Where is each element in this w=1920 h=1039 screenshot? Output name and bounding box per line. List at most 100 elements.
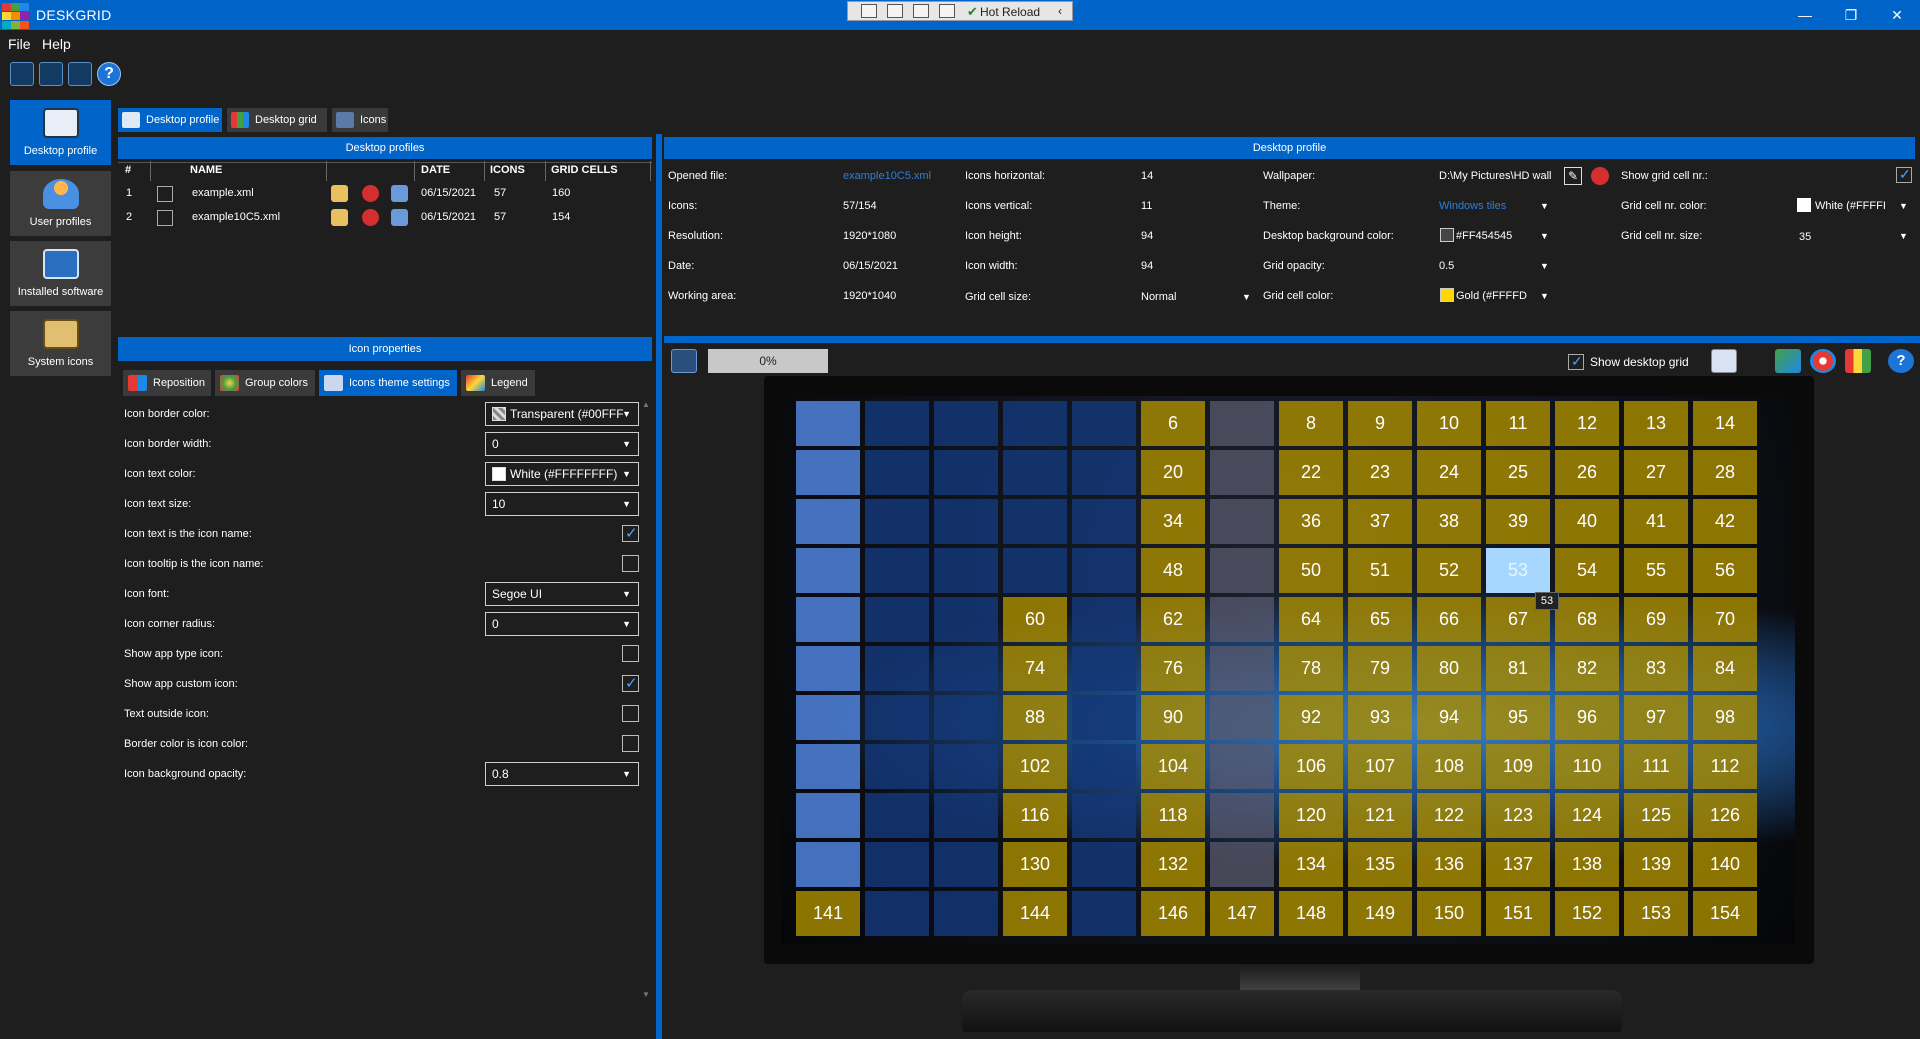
grid-cell[interactable]: 98 [1693,695,1757,740]
grid-icon-slot[interactable] [1003,499,1067,544]
grid-icon-slot[interactable] [865,597,929,642]
grid-cell[interactable]: 37 [1348,499,1412,544]
grid-cell[interactable]: 12 [1555,401,1619,446]
grid-cell[interactable]: 154 [1693,891,1757,936]
maximize-button[interactable]: ❐ [1828,0,1874,30]
grid-cell[interactable]: 9 [1348,401,1412,446]
grid-icon-slot[interactable] [796,744,860,789]
delete-icon[interactable] [1591,167,1609,185]
grid-cell[interactable]: 34 [1141,499,1205,544]
grid-cell[interactable]: 66 [1417,597,1481,642]
grid-cell[interactable]: 65 [1348,597,1412,642]
grid-cell[interactable]: 74 [1003,646,1067,691]
grid-cell[interactable]: 126 [1693,793,1757,838]
grid-icon-slot[interactable] [865,793,929,838]
grid-cell[interactable]: 151 [1486,891,1550,936]
grid-cell[interactable]: 146 [1141,891,1205,936]
grid-icon-slot[interactable] [796,695,860,740]
grid-icon-slot[interactable] [934,744,998,789]
grid-icon-slot[interactable] [1210,646,1274,691]
grid-cell[interactable]: 93 [1348,695,1412,740]
collapse-icon[interactable]: ‹ [1058,4,1062,18]
app-type-icon-checkbox[interactable] [622,645,639,662]
grid-icon-slot[interactable] [796,597,860,642]
grid-cell[interactable]: 138 [1555,842,1619,887]
col-icons[interactable]: ICONS [490,164,525,176]
grid-cell[interactable]: 118 [1141,793,1205,838]
grid-icon-slot[interactable] [1072,450,1136,495]
subtab-group-colors[interactable]: Group colors [215,370,315,396]
grid-icon-slot[interactable] [1003,450,1067,495]
grid-cell[interactable]: 148 [1279,891,1343,936]
grid-icon-slot[interactable] [1210,695,1274,740]
grid-icon-slot[interactable] [796,548,860,593]
grid-cell[interactable]: 26 [1555,450,1619,495]
text-color-select[interactable]: White (#FFFFFFFF) ▼ [485,462,639,486]
grid-cell[interactable]: 51 [1348,548,1412,593]
scroll-down-icon[interactable]: ▼ [642,990,650,999]
grid-cell[interactable]: 153 [1624,891,1688,936]
menu-help[interactable]: Help [42,36,71,52]
grid-icon-slot[interactable] [934,891,998,936]
pointer-icon[interactable] [887,4,903,18]
grid-cell[interactable]: 81 [1486,646,1550,691]
load-icon[interactable] [391,209,408,226]
show-desktop-grid-label[interactable]: Show desktop grid [1590,355,1689,369]
grid-icon-slot[interactable] [796,842,860,887]
grid-cell[interactable]: 22 [1279,450,1343,495]
grid-icon-slot[interactable] [865,695,929,740]
tab-desktop-grid[interactable]: Desktop grid [227,108,327,132]
open-file-icon[interactable] [10,62,34,86]
grid-cell[interactable]: 50 [1279,548,1343,593]
color-wheel-icon[interactable] [1810,349,1836,373]
subtab-reposition[interactable]: Reposition [123,370,211,396]
grid-cell[interactable]: 64 [1279,597,1343,642]
grid-icon-slot[interactable] [1210,450,1274,495]
tab-desktop-profile[interactable]: Desktop profile [118,108,222,132]
grid-icon-slot[interactable] [865,401,929,446]
grid-cell[interactable]: 76 [1141,646,1205,691]
app-custom-icon-checkbox[interactable] [622,674,639,692]
grid-cell[interactable]: 136 [1417,842,1481,887]
refresh-grid-icon[interactable] [671,349,697,373]
nav-desktop-profile[interactable]: Desktop profile [10,100,111,165]
grid-cell[interactable]: 110 [1555,744,1619,789]
grid-cell-nr-size-value[interactable]: 35 [1799,231,1811,243]
bg-color-value[interactable]: #FF454545 [1456,230,1512,242]
grid-icon-slot[interactable] [1072,597,1136,642]
nav-user-profiles[interactable]: User profiles [10,171,111,236]
grid-cell[interactable]: 48 [1141,548,1205,593]
grid-cell[interactable]: 116 [1003,793,1067,838]
grid-cell[interactable]: 20 [1141,450,1205,495]
monitor-icon[interactable] [1711,349,1737,373]
grid-icon-slot[interactable] [1210,401,1274,446]
edit-icon[interactable]: ✎ [1564,167,1582,185]
grid-icon-slot[interactable] [934,793,998,838]
delete-icon[interactable] [362,185,379,202]
grid-cell[interactable]: 68 [1555,597,1619,642]
grid-icon-slot[interactable] [934,597,998,642]
grid-colors-icon[interactable] [1845,349,1871,373]
grid-cell[interactable]: 24 [1417,450,1481,495]
grid-cell[interactable]: 8 [1279,401,1343,446]
grid-cell[interactable]: 150 [1417,891,1481,936]
grid-icon-slot[interactable] [796,646,860,691]
grid-icon-slot[interactable] [1072,891,1136,936]
grid-icon-slot[interactable] [1072,646,1136,691]
table-row[interactable]: 2 example10C5.xml 06/15/2021 57 154 [118,207,652,229]
grid-cell[interactable]: 36 [1279,499,1343,544]
grid-cell[interactable]: 53 [1486,548,1550,593]
col-grid-cells[interactable]: GRID CELLS [551,164,618,176]
grid-cell[interactable]: 152 [1555,891,1619,936]
grid-cell[interactable]: 88 [1003,695,1067,740]
grid-cell[interactable]: 108 [1417,744,1481,789]
opened-file-link[interactable]: example10C5.xml [843,170,931,182]
grid-icon-slot[interactable] [1210,548,1274,593]
shuffle-icon[interactable] [1775,349,1801,373]
grid-cell[interactable]: 141 [796,891,860,936]
grid-cell[interactable]: 42 [1693,499,1757,544]
grid-icon-slot[interactable] [1210,842,1274,887]
border-color-select[interactable]: Transparent (#00FFF ▼ [485,402,639,426]
grid-cell[interactable]: 121 [1348,793,1412,838]
grid-cell[interactable]: 52 [1417,548,1481,593]
